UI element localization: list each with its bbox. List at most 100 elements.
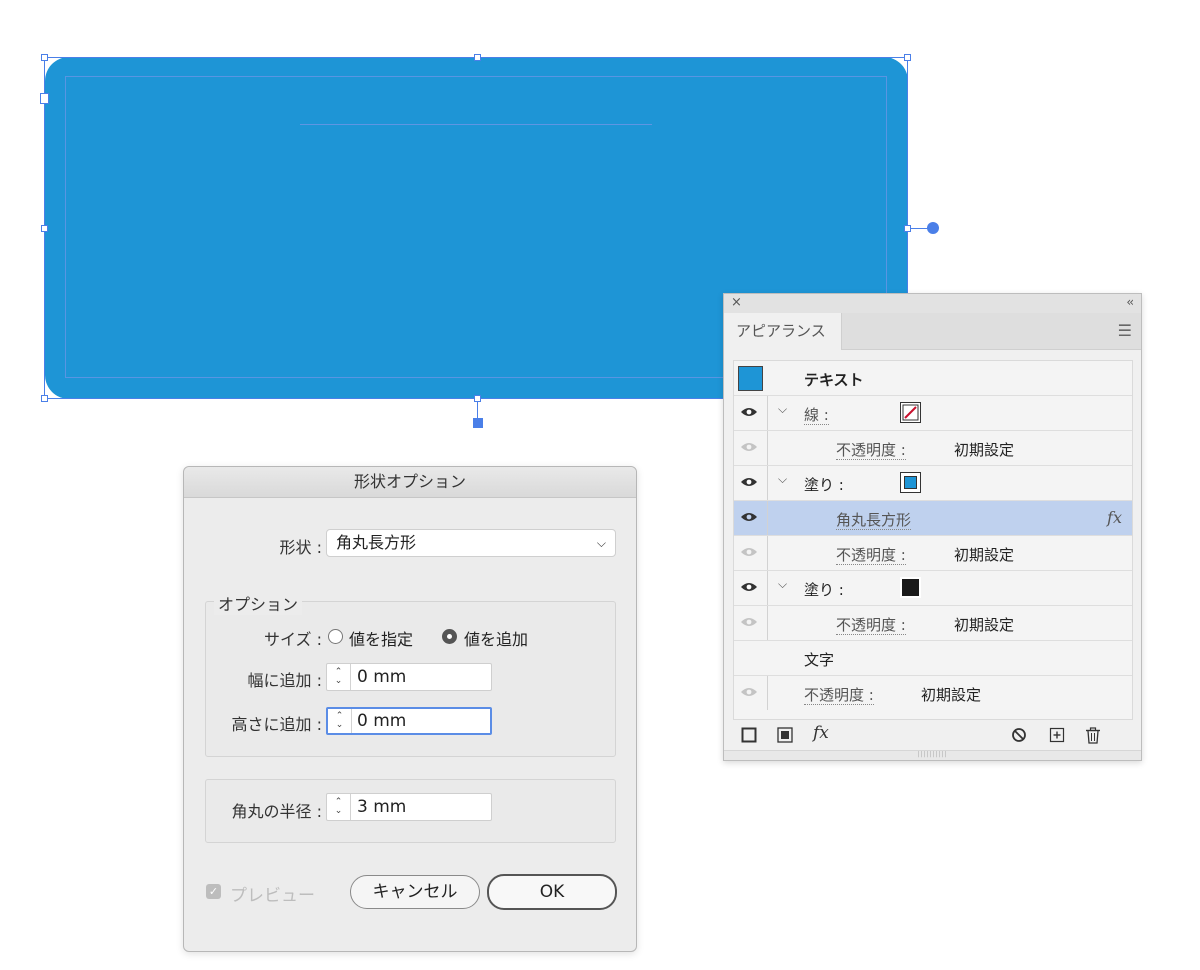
- stroke-row[interactable]: ⌵ 線 :: [734, 396, 1132, 431]
- cancel-button[interactable]: キャンセル: [350, 875, 480, 909]
- add-new-stroke-icon[interactable]: [741, 727, 757, 743]
- delete-item-icon[interactable]: [1085, 727, 1101, 744]
- radius-stepper-icon[interactable]: ⌃ ⌄: [327, 794, 351, 820]
- stroke-label[interactable]: 線 :: [804, 406, 829, 425]
- collapse-icon[interactable]: ‹‹: [1126, 295, 1133, 309]
- characters-row[interactable]: 文字: [734, 641, 1132, 676]
- visibility-eye-icon[interactable]: [740, 405, 758, 419]
- text-in-port[interactable]: [40, 93, 49, 104]
- clear-appearance-icon[interactable]: [1011, 727, 1027, 743]
- visibility-eye-icon[interactable]: [740, 510, 758, 524]
- width-stepper-icon[interactable]: ⌃ ⌄: [327, 664, 351, 690]
- fill-label[interactable]: 塗り :: [804, 474, 844, 495]
- visibility-eye-icon[interactable]: [740, 475, 758, 489]
- opacity-value: 初期設定: [954, 546, 1015, 564]
- opacity-row[interactable]: 不透明度 : 初期設定: [734, 676, 1132, 711]
- object-type-label: テキスト: [804, 371, 864, 389]
- duplicate-item-icon[interactable]: [1049, 727, 1065, 743]
- width-widget-handle[interactable]: [927, 222, 939, 234]
- height-stepper-icon[interactable]: ⌃ ⌄: [328, 709, 352, 733]
- opacity-row[interactable]: 不透明度 : 初期設定: [734, 606, 1132, 641]
- fill-row[interactable]: ⌵ 塗り :: [734, 571, 1132, 606]
- ok-button[interactable]: OK: [487, 874, 617, 910]
- radius-label: 角丸の半径 :: [231, 802, 322, 821]
- row-separator: [767, 466, 768, 500]
- row-separator: [767, 501, 768, 535]
- fill-black-swatch[interactable]: [900, 577, 921, 598]
- row-separator: [767, 606, 768, 640]
- size-label: サイズ :: [264, 630, 322, 649]
- tab-appearance[interactable]: アピアランス: [724, 313, 842, 350]
- height-field[interactable]: ⌃ ⌄ 0 mm: [326, 707, 492, 735]
- size-radio-specify-label[interactable]: 値を指定: [349, 626, 413, 650]
- opacity-label[interactable]: 不透明度 :: [836, 616, 906, 635]
- opacity-label[interactable]: 不透明度 :: [804, 686, 874, 705]
- shape-select[interactable]: 角丸長方形 ⌵: [326, 529, 616, 557]
- resize-handle-left[interactable]: [41, 225, 48, 232]
- size-radio-add-label[interactable]: 値を追加: [464, 626, 528, 650]
- appearance-panel: × ‹‹ アピアランス ☰ テキスト ⌵ 線 : 不透明度 : 初期設定 ⌵ 塗…: [723, 293, 1142, 761]
- chevron-down-icon[interactable]: ⌵: [778, 577, 787, 592]
- text-object-thumbnail: [738, 366, 763, 391]
- panel-tab-bar: アピアランス ☰: [724, 313, 1141, 350]
- fill-blue-swatch[interactable]: [900, 472, 921, 493]
- visibility-eye-icon[interactable]: [740, 545, 758, 559]
- resize-handle-top[interactable]: [474, 54, 481, 61]
- resize-handle-top-right[interactable]: [904, 54, 911, 61]
- shape-options-dialog: 形状オプション 形状 : 角丸長方形 ⌵ オプション サイズ : 値を指定 値を…: [183, 466, 637, 952]
- visibility-eye-icon[interactable]: [740, 580, 758, 594]
- appearance-list: テキスト ⌵ 線 : 不透明度 : 初期設定 ⌵ 塗り : 角丸長方形 fx 不…: [733, 360, 1133, 720]
- opacity-value: 初期設定: [954, 441, 1015, 459]
- characters-label[interactable]: 文字: [804, 649, 834, 670]
- shape-select-value: 角丸長方形: [336, 533, 417, 552]
- effect-label[interactable]: 角丸長方形: [836, 511, 912, 530]
- resize-handle-top-left[interactable]: [41, 54, 48, 61]
- row-separator: [767, 676, 768, 710]
- chevron-down-icon[interactable]: ⌵: [778, 472, 787, 487]
- visibility-eye-icon[interactable]: [740, 440, 758, 454]
- options-group-title: オプション: [214, 591, 303, 615]
- height-widget-line: [477, 402, 478, 419]
- width-field[interactable]: ⌃ ⌄ 0 mm: [326, 663, 492, 691]
- size-radio-specify[interactable]: [328, 629, 343, 644]
- opacity-row[interactable]: 不透明度 : 初期設定: [734, 431, 1132, 466]
- opacity-row[interactable]: 不透明度 : 初期設定: [734, 536, 1132, 571]
- preview-label[interactable]: プレビュー: [230, 881, 315, 906]
- opacity-label[interactable]: 不透明度 :: [836, 441, 906, 460]
- resize-handle-bottom[interactable]: [474, 395, 481, 402]
- resize-handle-right[interactable]: [904, 225, 911, 232]
- visibility-eye-icon[interactable]: [740, 615, 758, 629]
- stroke-none-swatch[interactable]: [900, 402, 921, 423]
- appearance-header-row[interactable]: テキスト: [734, 361, 1132, 396]
- panel-title-strip: × ‹‹: [724, 294, 1141, 313]
- resize-handle-bottom-left[interactable]: [41, 395, 48, 402]
- row-separator: [767, 571, 768, 605]
- chevron-down-icon: ⌵: [596, 536, 606, 550]
- chevron-down-icon[interactable]: ⌵: [778, 402, 787, 417]
- fill-label[interactable]: 塗り :: [804, 579, 844, 600]
- effect-row[interactable]: 角丸長方形 fx: [734, 501, 1132, 536]
- width-field-value: 0 mm: [357, 667, 407, 687]
- radius-field-value: 3 mm: [357, 797, 407, 817]
- opacity-label[interactable]: 不透明度 :: [836, 546, 906, 565]
- radius-field[interactable]: ⌃ ⌄ 3 mm: [326, 793, 492, 821]
- opacity-value: 初期設定: [954, 616, 1015, 634]
- dialog-title: 形状オプション: [184, 467, 636, 498]
- size-radio-add[interactable]: [442, 629, 457, 644]
- opacity-value: 初期設定: [921, 686, 982, 704]
- height-widget-handle[interactable]: [473, 418, 483, 428]
- visibility-eye-icon[interactable]: [740, 685, 758, 699]
- panel-resize-grip[interactable]: ||||||||||: [724, 750, 1141, 760]
- fill-row[interactable]: ⌵ 塗り :: [734, 466, 1132, 501]
- close-icon[interactable]: ×: [731, 295, 742, 310]
- add-new-fill-icon[interactable]: [777, 727, 793, 743]
- row-separator: [767, 431, 768, 465]
- fx-menu-icon[interactable]: fx: [813, 723, 829, 743]
- shape-label: 形状 :: [279, 538, 322, 557]
- height-field-value: 0 mm: [357, 711, 407, 731]
- panel-menu-icon[interactable]: ☰: [1118, 321, 1132, 340]
- preview-checkbox[interactable]: ✓: [206, 884, 221, 899]
- fx-icon: fx: [1107, 508, 1122, 527]
- row-separator: [767, 396, 768, 430]
- panel-bottom-toolbar: fx: [724, 719, 1141, 751]
